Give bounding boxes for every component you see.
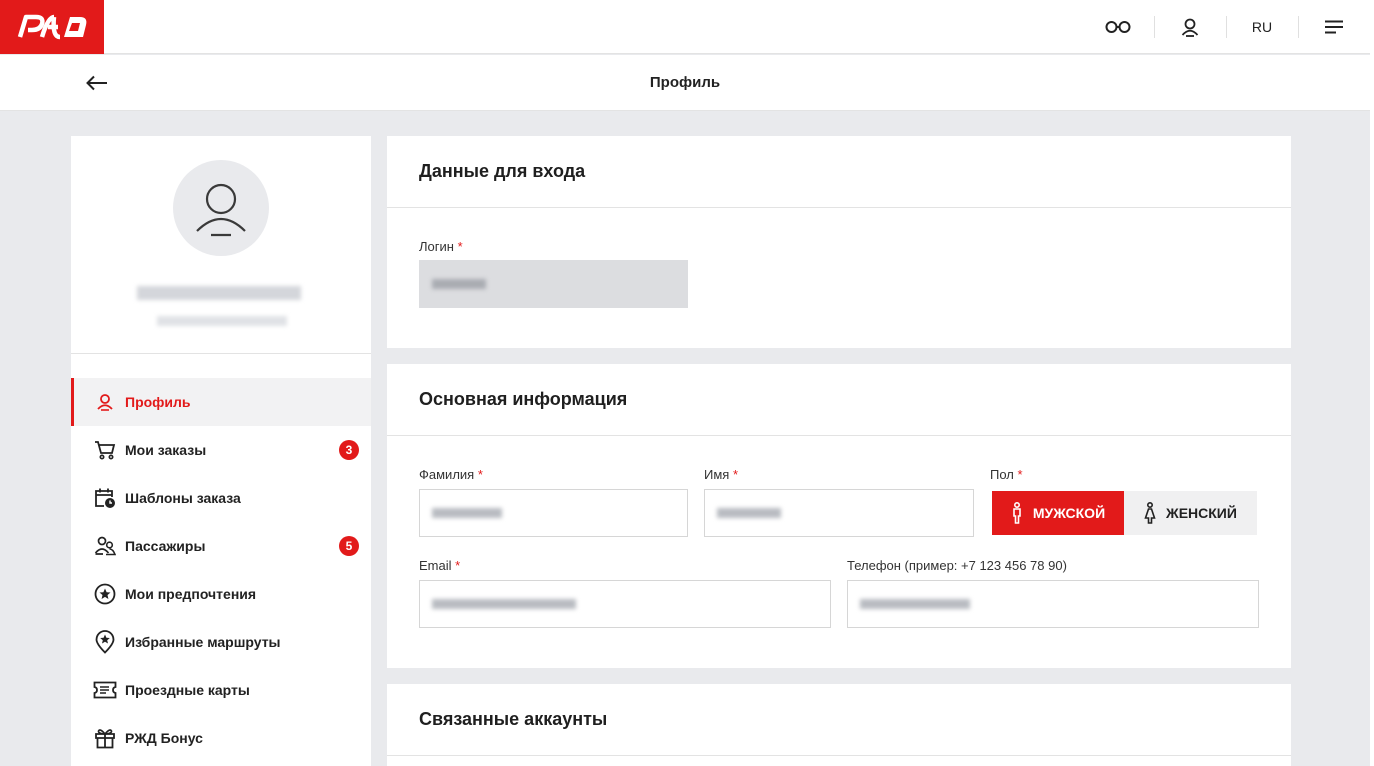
required-mark: * <box>477 467 483 482</box>
page-title: Профиль <box>649 74 721 91</box>
sidebar-menu: Профиль Мои заказы 3 Шаблоны заказа Пасс… <box>71 354 371 762</box>
gender-label-text: Пол <box>990 467 1014 482</box>
top-header: RU <box>0 0 1370 54</box>
avatar-user-icon <box>196 183 246 237</box>
user-name-redacted <box>137 286 301 300</box>
phone-field-label: Телефон (пример: +7 123 456 78 90) <box>847 558 1067 573</box>
sidebar-item-templates[interactable]: Шаблоны заказа <box>71 474 371 522</box>
name-value-redacted <box>717 508 781 518</box>
phone-input[interactable] <box>847 580 1259 628</box>
star-circle-icon <box>93 582 117 606</box>
main-info-card-title: Основная информация <box>387 364 1291 436</box>
surname-value-redacted <box>432 508 502 518</box>
glasses-icon <box>1105 21 1131 33</box>
user-icon <box>1181 18 1199 37</box>
name-field-label: Имя * <box>704 467 738 482</box>
rzd-logo-icon <box>17 14 87 40</box>
gender-female-button[interactable]: ЖЕНСКИЙ <box>1124 491 1257 535</box>
sidebar-item-profile[interactable]: Профиль <box>71 378 371 426</box>
required-mark: * <box>732 467 739 482</box>
surname-field-label: Фамилия * <box>419 467 483 482</box>
linked-accounts-card: Связанные аккаунты <box>387 684 1291 766</box>
login-label-text: Логин <box>419 239 454 254</box>
page-subheader: Профиль <box>0 55 1370 111</box>
name-input[interactable] <box>704 489 974 537</box>
gender-male-button[interactable]: МУЖСКОЙ <box>992 491 1124 535</box>
sidebar-item-label: Профиль <box>125 394 191 410</box>
female-label: ЖЕНСКИЙ <box>1166 505 1237 521</box>
rzd-logo[interactable] <box>0 0 104 54</box>
main-info-card: Основная информация Фамилия * Имя * Пол … <box>387 364 1291 668</box>
ticket-icon <box>93 678 117 702</box>
login-input[interactable] <box>419 260 688 308</box>
email-label-text: Email <box>419 558 452 573</box>
phone-label-text: Телефон (пример: +7 123 456 78 90) <box>847 558 1067 573</box>
accessibility-button[interactable] <box>1082 0 1154 54</box>
passengers-icon <box>93 534 117 558</box>
sidebar-item-label: Пассажиры <box>125 538 206 554</box>
gender-field-label: Пол * <box>990 467 1023 482</box>
profile-sidebar: Профиль Мои заказы 3 Шаблоны заказа Пасс… <box>71 136 371 766</box>
star-pin-icon <box>93 630 117 654</box>
required-mark: * <box>457 239 463 254</box>
profile-button[interactable] <box>1154 0 1226 54</box>
linked-accounts-card-title: Связанные аккаунты <box>387 684 1291 756</box>
sidebar-item-rzd-bonus[interactable]: РЖД Бонус <box>71 714 371 762</box>
menu-button[interactable] <box>1298 0 1370 54</box>
sidebar-item-label: Шаблоны заказа <box>125 490 241 506</box>
surname-label-text: Фамилия <box>419 467 475 482</box>
email-input[interactable] <box>419 580 831 628</box>
passengers-count-badge: 5 <box>339 536 359 556</box>
email-field-label: Email * <box>419 558 460 573</box>
required-mark: * <box>455 558 461 573</box>
sidebar-item-preferences[interactable]: Мои предпочтения <box>71 570 371 618</box>
calendar-clock-icon <box>93 486 117 510</box>
page-scrollbar[interactable] <box>1370 0 1374 766</box>
sidebar-item-label: Мои предпочтения <box>125 586 257 602</box>
phone-value-redacted <box>860 599 970 609</box>
orders-count-badge: 3 <box>339 440 359 460</box>
user-card <box>71 136 371 354</box>
cart-icon <box>93 438 117 462</box>
language-label: RU <box>1251 19 1273 35</box>
sidebar-item-favorite-routes[interactable]: Избранные маршруты <box>71 618 371 666</box>
sidebar-item-passengers[interactable]: Пассажиры 5 <box>71 522 371 570</box>
gift-icon <box>93 726 117 750</box>
sidebar-item-orders[interactable]: Мои заказы 3 <box>71 426 371 474</box>
email-value-redacted <box>432 599 576 609</box>
sidebar-item-label: Избранные маршруты <box>125 634 281 650</box>
login-value-redacted <box>432 279 486 289</box>
required-mark: * <box>1017 467 1023 482</box>
surname-input[interactable] <box>419 489 688 537</box>
login-field-label: Логин * <box>419 239 463 254</box>
user-icon <box>93 390 117 414</box>
login-card-title: Данные для входа <box>387 136 1291 208</box>
sidebar-item-label: Проездные карты <box>125 682 250 698</box>
login-data-card: Данные для входа Логин * <box>387 136 1291 348</box>
avatar <box>173 160 269 256</box>
male-label: МУЖСКОЙ <box>1032 505 1106 521</box>
sidebar-item-label: РЖД Бонус <box>125 730 203 746</box>
sidebar-item-label: Мои заказы <box>125 442 207 458</box>
female-icon <box>1144 502 1156 524</box>
hamburger-icon <box>1325 20 1343 34</box>
language-switch[interactable]: RU <box>1226 0 1298 54</box>
name-label-text: Имя <box>704 467 730 482</box>
user-id-redacted <box>157 316 287 326</box>
male-icon <box>1013 502 1021 524</box>
sidebar-item-travel-cards[interactable]: Проездные карты <box>71 666 371 714</box>
